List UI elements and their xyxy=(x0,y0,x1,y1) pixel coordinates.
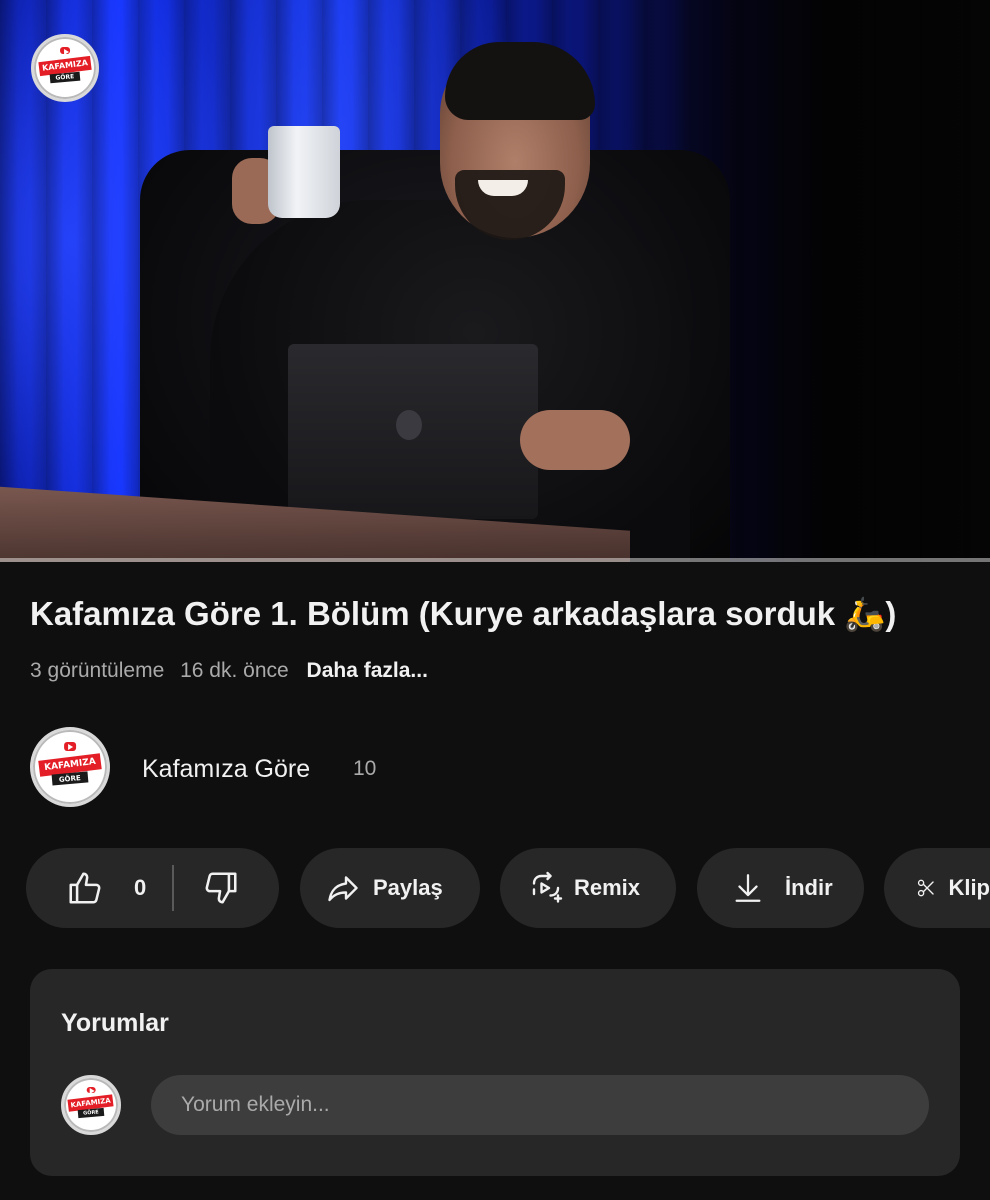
upload-time: 16 dk. önce xyxy=(180,659,289,682)
view-count: 3 görüntüleme xyxy=(30,659,165,682)
download-label: İndir xyxy=(785,875,833,900)
download-icon xyxy=(735,874,761,902)
user-avatar: KAFAMIZA GÖRE xyxy=(61,1075,121,1135)
subscriber-count: 10 xyxy=(353,757,377,780)
like-dislike-group: 0 xyxy=(26,848,279,928)
like-divider xyxy=(172,865,175,911)
video-meta[interactable]: 3 görüntüleme 16 dk. önce Daha fazla... xyxy=(30,657,428,685)
like-button[interactable]: 0 xyxy=(66,869,146,907)
remix-icon xyxy=(532,871,563,903)
share-label: Paylaş xyxy=(373,875,443,900)
mug xyxy=(268,126,340,218)
more-button[interactable]: Daha fazla... xyxy=(307,659,428,682)
comment-input[interactable] xyxy=(151,1075,929,1135)
share-icon xyxy=(328,876,358,902)
remix-button[interactable]: Remix xyxy=(500,848,676,928)
clip-button[interactable]: Klip xyxy=(884,848,990,928)
play-icon xyxy=(60,46,70,56)
video-progress-bar[interactable] xyxy=(0,558,990,562)
thumbs-up-icon xyxy=(69,872,101,904)
play-icon xyxy=(86,1086,96,1095)
laptop xyxy=(288,344,538,519)
video-player[interactable]: KAFAMIZA GÖRE xyxy=(0,0,990,562)
download-button[interactable]: İndir xyxy=(697,848,864,928)
video-watermark-logo: KAFAMIZA GÖRE xyxy=(31,34,99,102)
channel-avatar[interactable]: KAFAMIZA GÖRE xyxy=(30,727,110,807)
comments-panel[interactable]: Yorumlar KAFAMIZA GÖRE xyxy=(30,969,960,1176)
like-count: 0 xyxy=(134,875,147,900)
play-icon xyxy=(64,741,76,751)
share-button[interactable]: Paylaş xyxy=(300,848,480,928)
comments-header: Yorumlar xyxy=(61,1009,169,1037)
scissors-icon xyxy=(917,879,934,897)
clip-label: Klip xyxy=(948,875,990,900)
video-title[interactable]: Kafamıza Göre 1. Bölüm (Kurye arkadaşlar… xyxy=(30,592,970,636)
channel-name[interactable]: Kafamıza Göre xyxy=(142,752,310,786)
thumbs-down-icon xyxy=(205,872,237,904)
remix-label: Remix xyxy=(574,875,641,900)
dislike-button[interactable] xyxy=(202,869,240,907)
